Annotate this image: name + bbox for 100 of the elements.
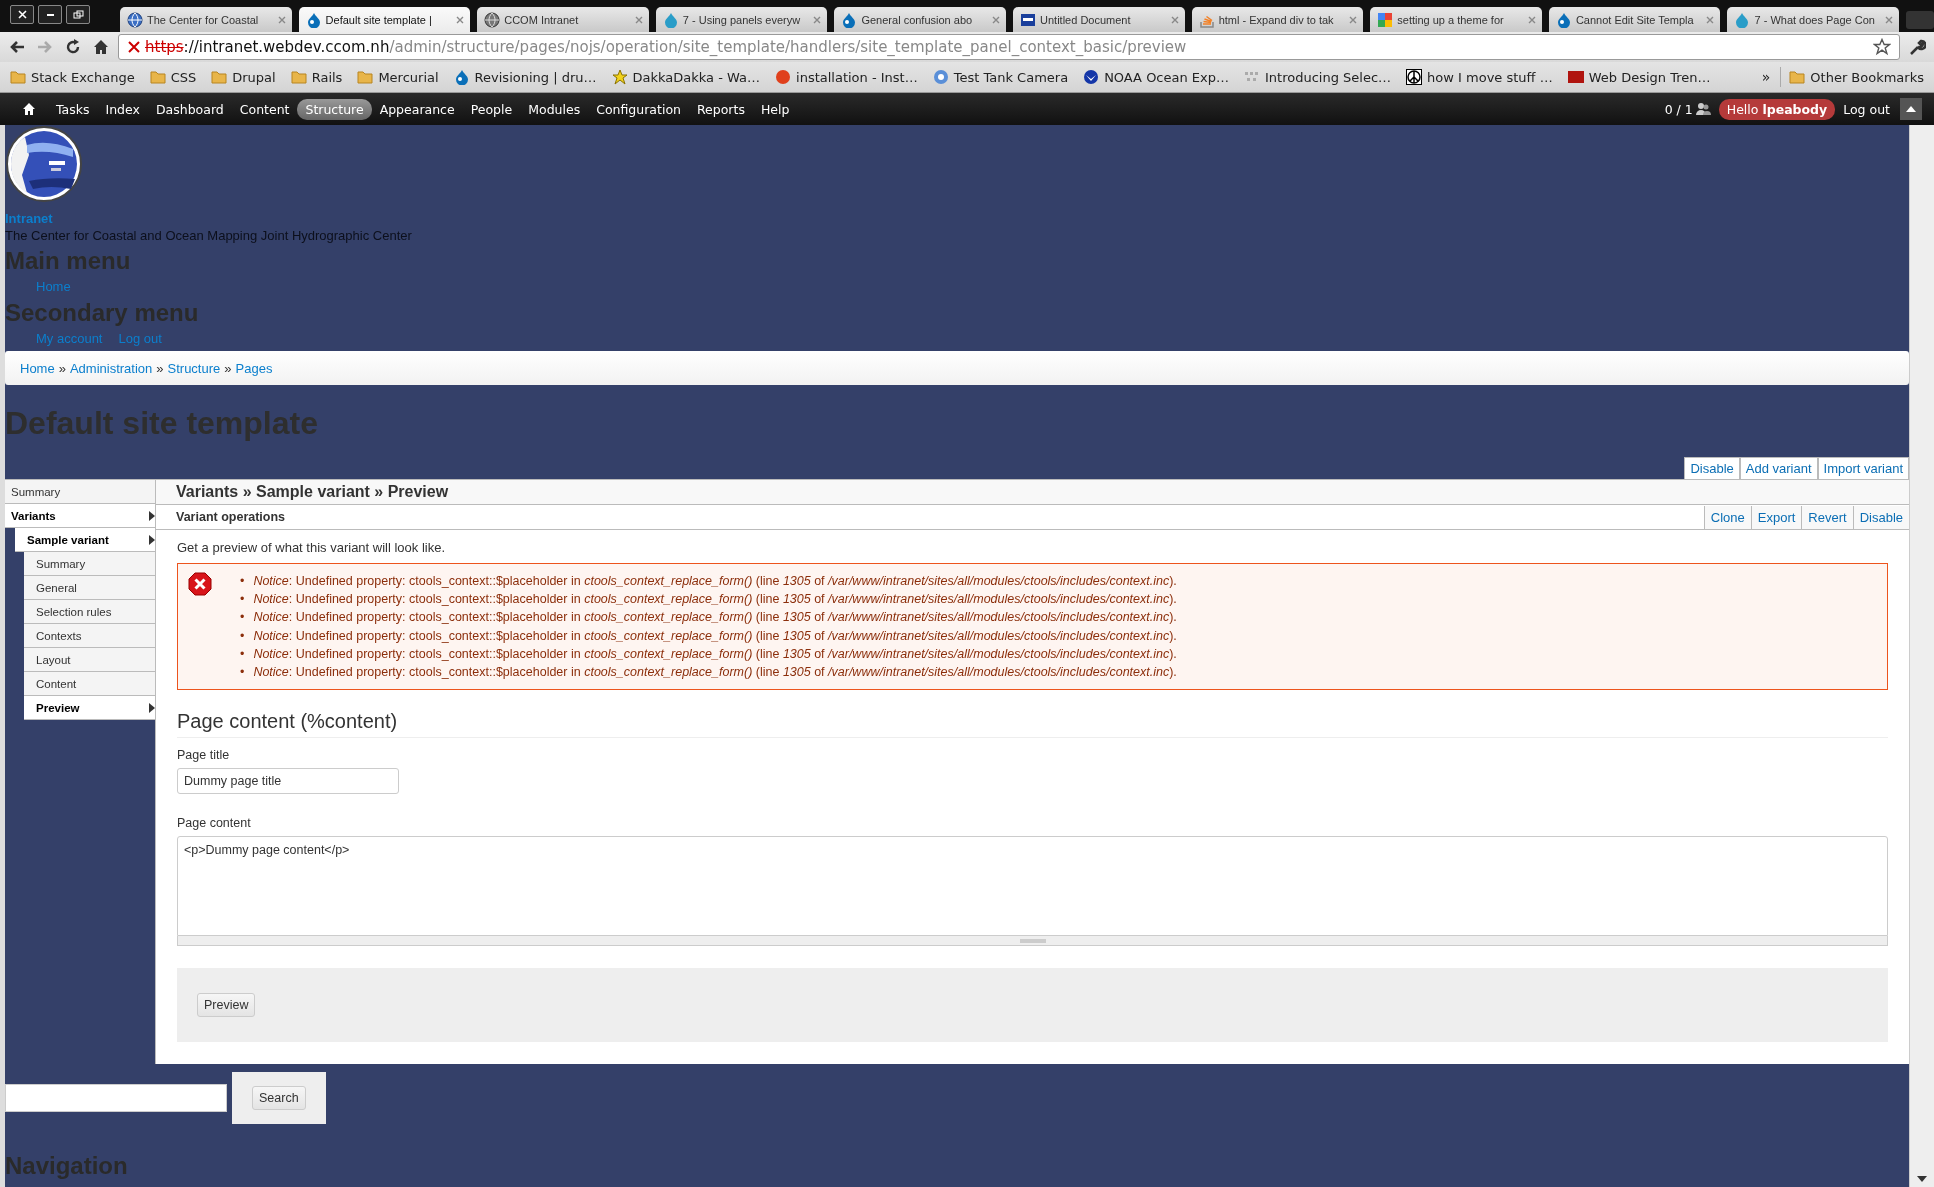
drop-icon bbox=[841, 11, 858, 28]
error-message: Notice: Undefined property: ctools_context::$placeholder in ctools_context_replace_form() (line 1305 of /var/www/intranet/sites/all/modules/ctools/includes/context.inc). bbox=[253, 664, 1178, 681]
logout-link[interactable]: Log out bbox=[1843, 101, 1890, 117]
admin-menu-item[interactable]: Index bbox=[97, 98, 148, 120]
action-link[interactable]: Import variant bbox=[1817, 457, 1909, 479]
breadcrumb-link[interactable]: Structure bbox=[167, 360, 221, 376]
sidebar-item[interactable]: Summary bbox=[24, 552, 155, 576]
operation-link[interactable]: Export bbox=[1750, 505, 1802, 529]
bookmark[interactable]: how I move stuff … bbox=[1406, 69, 1553, 85]
browser-tab[interactable]: Cannot Edit Site Templa bbox=[1548, 7, 1721, 32]
bookmark[interactable]: Rails bbox=[290, 69, 343, 85]
error-message: Notice: Undefined property: ctools_context::$placeholder in ctools_context_replace_form() (line 1305 of /var/www/intranet/sites/all/modules/ctools/includes/context.inc). bbox=[253, 645, 1178, 663]
text-area[interactable]: <p>Dummy page content</p> bbox=[177, 836, 1888, 937]
admin-menu-item[interactable]: Content bbox=[231, 98, 298, 120]
down-icon bbox=[1917, 1176, 1927, 1182]
peace-icon bbox=[1406, 69, 1423, 85]
bookmark[interactable]: NOAA Ocean Exp… bbox=[1083, 69, 1229, 85]
footer-heading: Navigation bbox=[5, 1152, 128, 1180]
sidebar-item[interactable]: Preview bbox=[24, 696, 155, 720]
section-title: Page content (%content) bbox=[177, 710, 1888, 739]
admin-menu-item[interactable]: Help bbox=[752, 98, 798, 120]
list-bullet: • bbox=[240, 645, 245, 663]
drop-icon bbox=[1734, 11, 1751, 28]
browser-tab[interactable]: General confusion abo bbox=[834, 7, 1007, 32]
admin-menu-item[interactable]: Tasks bbox=[48, 98, 98, 120]
browser-tab[interactable]: 7 - Using panels everyw bbox=[655, 7, 828, 32]
home-link[interactable] bbox=[22, 102, 36, 116]
browser-tab[interactable]: 7 - What does Page Con bbox=[1727, 7, 1900, 32]
browser-tab[interactable]: CCOM Intranet bbox=[477, 7, 649, 32]
browser-tab[interactable]: Untitled Document bbox=[1013, 7, 1185, 32]
restore-button[interactable] bbox=[66, 5, 90, 24]
resize-handle[interactable] bbox=[177, 936, 1888, 947]
folder-icon bbox=[211, 70, 228, 84]
operation-link[interactable]: Clone bbox=[1703, 505, 1751, 529]
bookmark[interactable]: DakkaDakka - Wa… bbox=[611, 69, 761, 85]
folder-icon bbox=[1789, 70, 1806, 84]
bookmark[interactable]: Introducing Selec… bbox=[1244, 69, 1392, 85]
admin-menu-item[interactable]: Modules bbox=[520, 98, 589, 120]
star-icon bbox=[611, 69, 628, 85]
reload-icon bbox=[64, 38, 82, 56]
bookmark[interactable]: Stack Exchange bbox=[10, 69, 135, 85]
browser-tab[interactable]: Default site template | bbox=[298, 7, 471, 32]
bookmark[interactable]: Revisioning | dru… bbox=[453, 69, 597, 85]
home-icon bbox=[92, 38, 110, 56]
breadcrumb-link[interactable]: Home bbox=[20, 360, 55, 376]
operations-title: Variant operations bbox=[176, 510, 286, 524]
preview-button[interactable]: Preview bbox=[197, 993, 256, 1018]
breadcrumb-separator: » bbox=[58, 360, 66, 376]
field-label: Page content bbox=[177, 816, 251, 831]
breadcrumb-link[interactable]: Pages bbox=[235, 360, 273, 376]
sidebar-item[interactable]: Sample variant bbox=[15, 528, 155, 552]
user-greeting[interactable]: Hello lpeabody bbox=[1718, 98, 1836, 120]
browser-tab[interactable]: setting up a theme for bbox=[1370, 7, 1542, 32]
search-button[interactable]: Search bbox=[252, 1086, 306, 1110]
bookmark[interactable]: Other Bookmarks bbox=[1789, 69, 1924, 85]
sidebar-item[interactable]: General bbox=[24, 576, 155, 600]
minimize-button[interactable] bbox=[38, 5, 62, 24]
admin-menu-item[interactable]: Structure bbox=[297, 98, 372, 120]
square-icon bbox=[1020, 11, 1037, 28]
sidebar-item[interactable]: Content bbox=[24, 672, 155, 696]
menu-heading: Main menu bbox=[5, 247, 131, 275]
collapse-button[interactable] bbox=[1900, 98, 1922, 120]
globe-icon bbox=[127, 11, 143, 28]
action-link[interactable]: Disable bbox=[1684, 457, 1740, 479]
browser-tab[interactable]: The Center for Coastal bbox=[120, 7, 292, 32]
error-message: Notice: Undefined property: ctools_context::$placeholder in ctools_context_replace_form() (line 1305 of /var/www/intranet/sites/all/modules/ctools/includes/context.inc). bbox=[253, 609, 1178, 627]
bookmark[interactable]: Web Design Tren… bbox=[1567, 69, 1711, 85]
bookmark[interactable]: CSS bbox=[149, 69, 197, 85]
scrollbar[interactable] bbox=[1909, 125, 1934, 1187]
admin-menu-item[interactable]: Appearance bbox=[371, 98, 463, 120]
operation-link[interactable]: Disable bbox=[1852, 505, 1909, 529]
action-link[interactable]: Add variant bbox=[1739, 457, 1818, 479]
list-bullet: • bbox=[240, 609, 245, 627]
close-icon bbox=[1884, 14, 1895, 25]
breadcrumb-link[interactable]: Administration bbox=[69, 360, 153, 376]
admin-menu-item[interactable]: Reports bbox=[688, 98, 753, 120]
sidebar-item[interactable]: Summary bbox=[5, 480, 155, 504]
bookmark[interactable]: Drupal bbox=[211, 69, 276, 85]
list-bullet: • bbox=[240, 627, 245, 645]
close-button[interactable] bbox=[10, 5, 34, 24]
browser-tab[interactable]: html - Expand div to tak bbox=[1191, 7, 1364, 32]
admin-menu-item[interactable]: People bbox=[462, 98, 521, 120]
admin-menu-item[interactable]: Configuration bbox=[588, 98, 689, 120]
tiles-icon bbox=[1377, 11, 1394, 28]
sidebar-item[interactable]: Selection rules bbox=[24, 600, 155, 624]
more-bookmarks-button[interactable]: » bbox=[1761, 69, 1771, 85]
address-field[interactable]: https://intranet.webdev.ccom.nh/admin/structure/pages/nojs/operation/site_template/handlers/site_template_panel_context_basic/preview bbox=[118, 34, 1900, 60]
sidebar-item[interactable]: Contexts bbox=[24, 624, 155, 648]
bookmark[interactable]: Mercurial bbox=[357, 69, 439, 85]
admin-menu-item[interactable]: Dashboard bbox=[147, 98, 232, 120]
sidebar-item[interactable]: Layout bbox=[24, 648, 155, 672]
operation-link[interactable]: Revert bbox=[1801, 505, 1853, 529]
text-field[interactable]: Dummy page title bbox=[177, 768, 399, 795]
sidebar-item[interactable]: Variants bbox=[5, 504, 155, 528]
search-field[interactable] bbox=[5, 1084, 227, 1112]
field-label: Page title bbox=[177, 748, 230, 763]
close-icon bbox=[455, 14, 466, 25]
up-icon bbox=[1906, 106, 1916, 112]
bookmark[interactable]: Test Tank Camera bbox=[932, 69, 1069, 85]
bookmark[interactable]: installation - Inst… bbox=[775, 69, 918, 85]
